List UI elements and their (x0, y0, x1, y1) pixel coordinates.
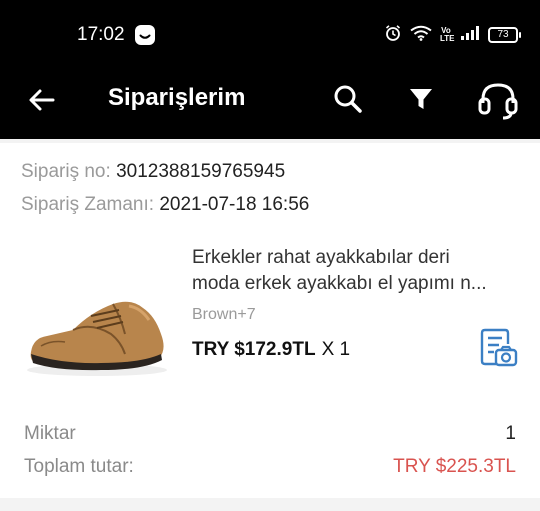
product-variant: Brown+7 (192, 306, 256, 323)
headset-support-icon (478, 83, 518, 120)
product-title-line1: Erkekler rahat ayakkabılar deri (192, 247, 450, 268)
order-time-row: Sipariş Zamanı: 2021-07-18 16:56 (21, 194, 309, 216)
page-title: Siparişlerim (108, 84, 246, 111)
customer-support-button[interactable] (476, 79, 520, 121)
volte-badge: Vo LTE (440, 27, 455, 43)
total-label: Toplam tutar: (24, 456, 134, 477)
status-bar: 17:02 Vo LTE 73 (0, 0, 540, 72)
back-button[interactable] (26, 84, 58, 116)
smiley-notification-icon (135, 25, 155, 45)
alarm-icon (384, 24, 402, 47)
product-image[interactable] (21, 242, 173, 394)
total-value: TRY $225.3TL (393, 456, 516, 477)
app-bar: Siparişlerim (0, 72, 540, 139)
filter-button[interactable] (406, 84, 436, 114)
photo-review-button[interactable] (478, 328, 518, 368)
back-arrow-icon (29, 89, 55, 111)
order-card[interactable]: Sipariş no: 3012388159765945 Sipariş Zam… (0, 143, 540, 498)
product-title-line2: moda erkek ayakkabı el yapımı n... (192, 273, 487, 294)
product-title[interactable]: Erkekler rahat ayakkabılar deri moda erk… (192, 245, 514, 297)
product-price-row: TRY $172.9TL X 1 (192, 339, 350, 361)
total-row: Toplam tutar: TRY $225.3TL (24, 456, 516, 478)
wifi-icon (410, 25, 432, 46)
quantity-label: Miktar (24, 423, 76, 444)
volte-line2: LTE (440, 34, 455, 43)
order-time-value: 2021-07-18 16:56 (159, 194, 310, 215)
quantity-row: Miktar 1 (24, 423, 516, 445)
orders-list: Sipariş no: 3012388159765945 Sipariş Zam… (0, 139, 540, 511)
status-time: 17:02 (77, 24, 125, 45)
battery-icon: 73 (488, 27, 521, 43)
search-icon (334, 85, 362, 113)
quantity-value: 1 (505, 423, 516, 444)
filter-icon (410, 89, 432, 109)
order-number-row: Sipariş no: 3012388159765945 (21, 161, 285, 183)
product-quantity: X 1 (321, 339, 351, 360)
order-number-value: 3012388159765945 (116, 161, 286, 182)
status-indicators: Vo LTE 73 (384, 24, 521, 47)
signal-icon (460, 25, 480, 46)
order-number-label: Sipariş no: (21, 161, 111, 182)
product-price: TRY $172.9TL (192, 339, 316, 360)
order-time-label: Sipariş Zamanı: (21, 194, 155, 215)
search-button[interactable] (331, 82, 365, 116)
document-camera-icon (480, 328, 518, 367)
